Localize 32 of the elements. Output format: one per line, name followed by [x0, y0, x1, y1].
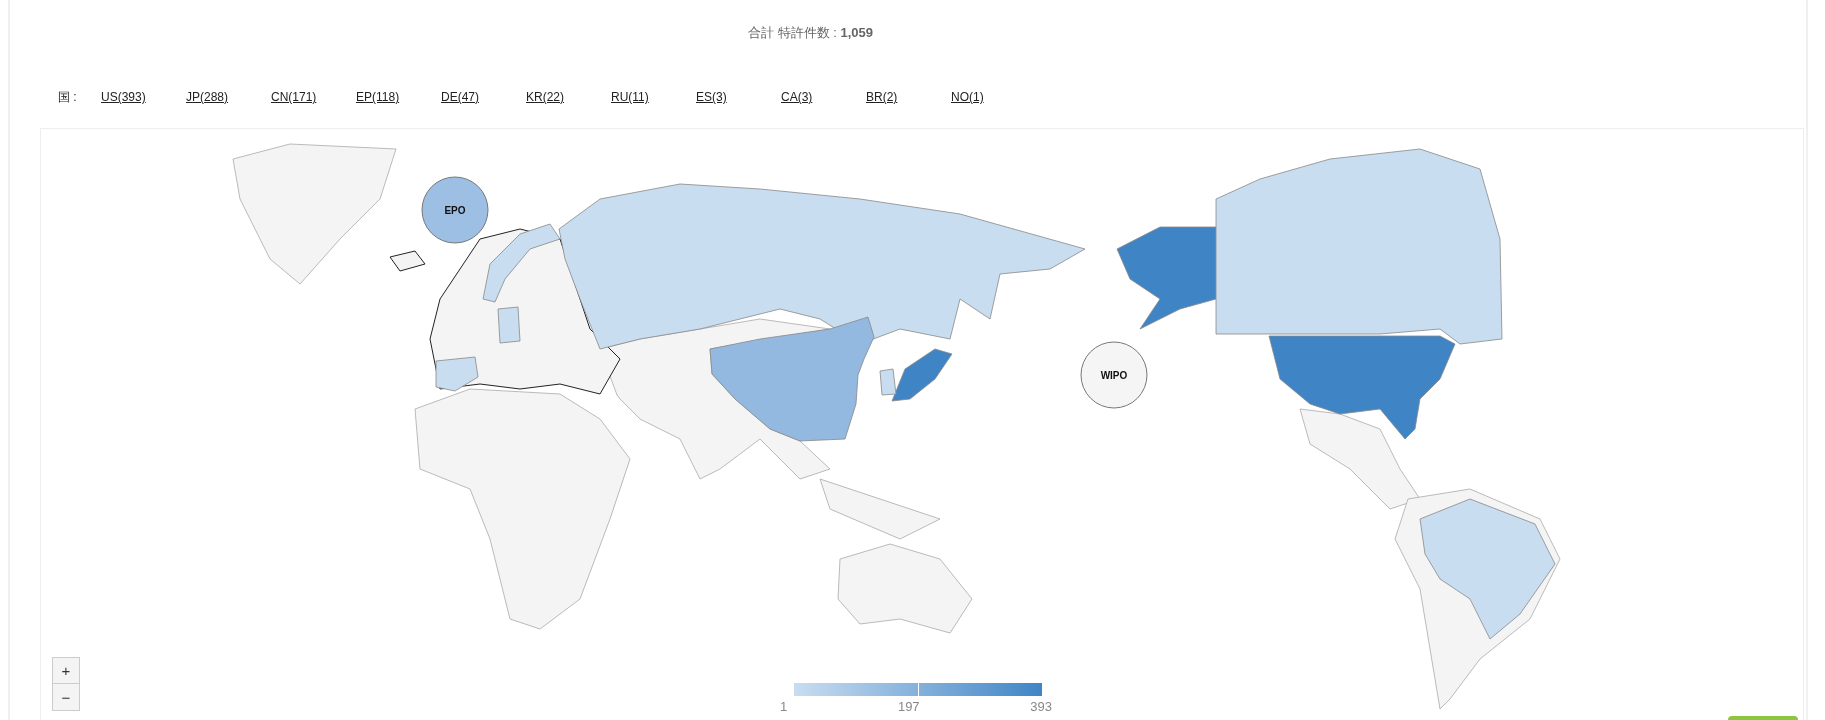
country-link[interactable]: JP(288): [186, 90, 229, 104]
country-shape[interactable]: [891, 348, 953, 402]
country-shape[interactable]: [1419, 498, 1556, 640]
country-shape[interactable]: [879, 368, 897, 396]
country-shape[interactable]: [497, 306, 521, 344]
country-link[interactable]: NO(1): [951, 90, 984, 104]
country-shape[interactable]: [435, 356, 479, 392]
total-patents-text: 合計 特許件数 : 1,059: [748, 24, 873, 42]
office-label: EPO: [444, 205, 466, 216]
country-link[interactable]: BR(2): [866, 90, 898, 104]
country-label: 国 :: [58, 88, 78, 106]
office-label: WIPO: [1100, 370, 1128, 381]
zoom-in-button[interactable]: +: [52, 657, 80, 684]
country-link[interactable]: ES(3): [696, 90, 727, 104]
scale-label: 197: [897, 699, 920, 714]
country-shape[interactable]: [558, 183, 1086, 350]
country-link[interactable]: KR(22): [526, 90, 564, 104]
country-link[interactable]: US(393): [101, 90, 146, 104]
country-shape[interactable]: [1215, 148, 1503, 345]
country-link[interactable]: DE(47): [441, 90, 479, 104]
zoom-out-button[interactable]: −: [52, 684, 80, 711]
office-bubble[interactable]: [421, 176, 489, 244]
office-bubble[interactable]: [1080, 341, 1148, 409]
country-link[interactable]: CA(3): [781, 90, 813, 104]
country-link[interactable]: CN(171): [271, 90, 317, 104]
floating-button[interactable]: [1728, 716, 1798, 720]
scale-label: 393: [1030, 699, 1052, 714]
country-link[interactable]: RU(11): [611, 90, 649, 104]
country-link[interactable]: EP(118): [356, 90, 400, 104]
scale-label: 1: [780, 699, 788, 714]
country-shape[interactable]: [709, 316, 875, 442]
country-shape[interactable]: [482, 223, 561, 303]
